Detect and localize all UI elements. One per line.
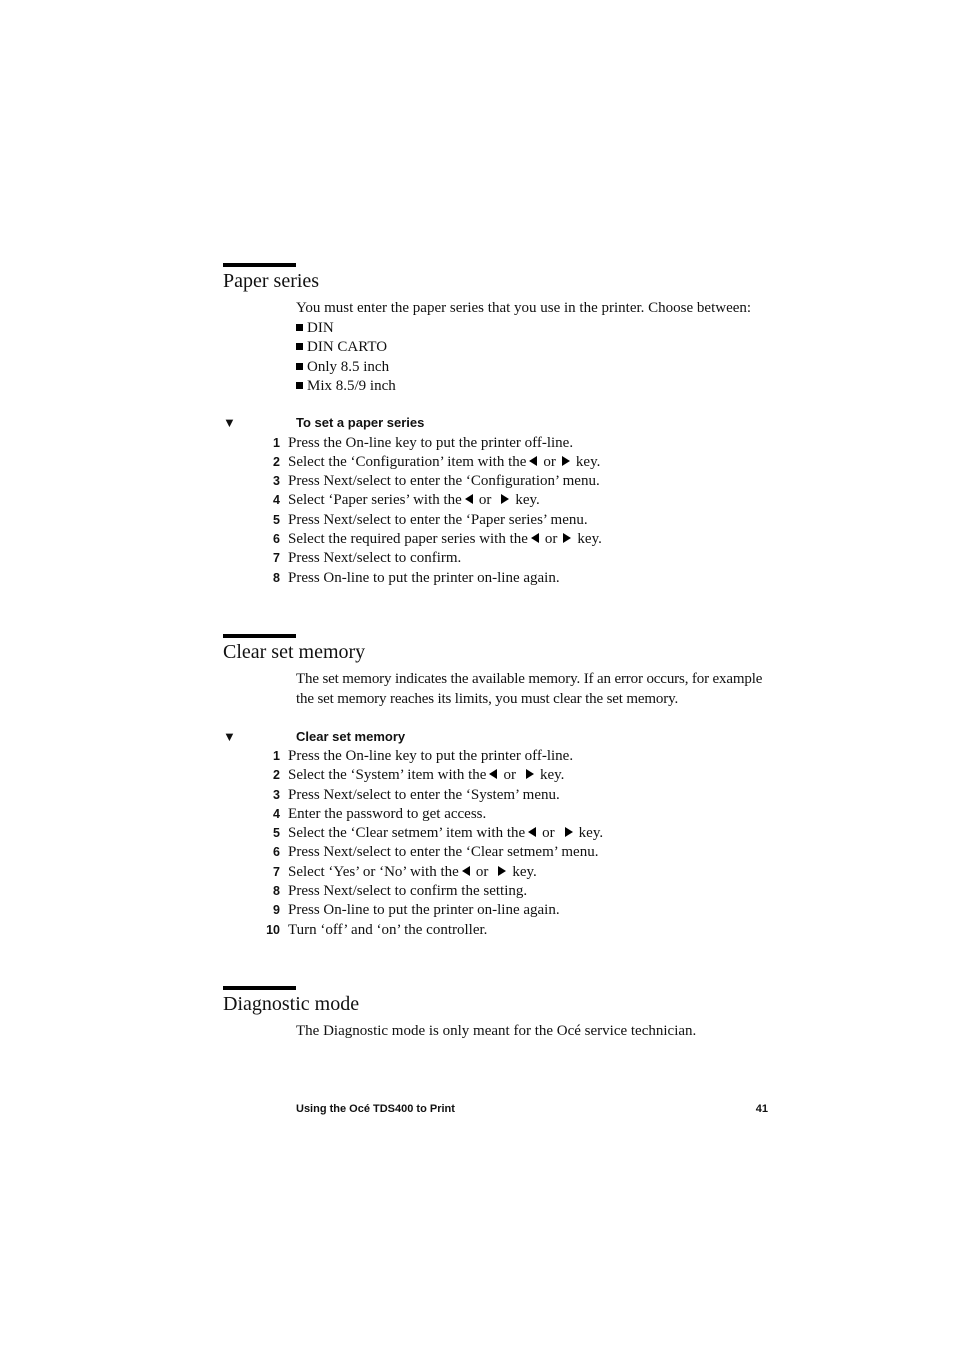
footer-title: Using the Océ TDS400 to Print <box>296 1103 455 1115</box>
step: 1 Press the On-line key to put the printe… <box>273 434 574 451</box>
step: 1 Press the On-line key to put the printe… <box>273 748 574 764</box>
right-arrow-key-icon <box>498 865 507 876</box>
section-intro: You must enter the paper series that you… <box>296 300 752 316</box>
section-heading: Paper series <box>223 270 320 292</box>
triangle-down-icon: ▼ <box>223 728 236 744</box>
heading-rule <box>223 634 296 638</box>
step: 4 Select ‘Paper series’ with the or key. <box>273 492 540 509</box>
step: 2 Select the ‘Configuration’ item with th… <box>273 453 601 470</box>
right-arrow-key-icon <box>525 769 534 780</box>
step: 3 Press Next/select to enter the ‘Configu… <box>273 473 600 490</box>
procedure-steps: 1 Press the On-line key to put the printe… <box>215 434 783 588</box>
step: 3 Press Next/select to enter the ‘System’… <box>273 786 560 803</box>
section-clear-set-memory: Clear set memory The set memory indicate… <box>223 634 783 940</box>
procedure-steps: 1 Press the On-line key to put the printe… <box>215 747 783 940</box>
section-heading: Clear set memory <box>223 641 366 663</box>
step: 6 Select the required paper series with t… <box>273 530 602 547</box>
right-arrow-key-icon <box>563 532 572 543</box>
procedure-heading: ▼ Clear set memory <box>223 728 406 744</box>
step: 4 Enter the password to get access. <box>273 805 487 822</box>
left-arrow-key-icon <box>464 494 473 505</box>
heading-rule <box>223 986 296 990</box>
right-arrow-key-icon <box>501 494 510 505</box>
bullet-icon <box>296 323 303 331</box>
step: 7 Select ‘Yes’ or ‘No’ with the or key. <box>273 863 537 880</box>
left-arrow-key-icon <box>528 827 537 838</box>
bullet-icon <box>296 343 303 350</box>
left-arrow-key-icon <box>530 532 539 543</box>
step: 8 Press On-line to put the printer on-lin… <box>273 569 560 586</box>
left-arrow-key-icon <box>529 455 538 466</box>
list-item: DIN CARTO <box>296 338 783 358</box>
step: 10 Turn ‘off’ and ‘on’ the controller. <box>266 921 488 938</box>
right-arrow-key-icon <box>564 827 573 838</box>
triangle-down-icon: ▼ <box>223 415 236 430</box>
step: 2 Select the ‘System’ item with the or key. <box>273 767 565 784</box>
section-intro: The set memory indicates the available m… <box>296 671 763 707</box>
procedure-heading: ▼ To set a paper series <box>223 415 425 430</box>
section-diagnostic-mode: Diagnostic mode The Diagnostic mode is o… <box>223 986 783 1042</box>
step: 5 Select the ‘Clear setmem’ item with the… <box>273 825 604 842</box>
step: 5 Press Next/select to enter the ‘Paper s… <box>273 511 588 528</box>
page-number: 41 <box>755 1103 768 1115</box>
right-arrow-key-icon <box>561 455 570 466</box>
step: 6 Press Next/select to enter the ‘Clear s… <box>273 844 599 861</box>
bullet-icon <box>296 382 303 389</box>
list-item: Mix 8.5/9 inch <box>296 377 783 397</box>
step: 9 Press On-line to put the printer on-lin… <box>273 902 560 919</box>
step: 7 Press Next/select to confirm. <box>273 550 462 567</box>
list-item: DIN <box>296 319 783 339</box>
heading-rule <box>223 263 296 267</box>
page-footer: Using the Océ TDS400 to Print 41 <box>296 1103 768 1115</box>
step: 8 Press Next/select to confirm the settin… <box>273 883 528 900</box>
bullet-icon <box>296 362 303 370</box>
left-arrow-key-icon <box>489 769 498 780</box>
paper-series-options: DIN DIN CARTO Only 8.5 inch Mix 8.5/9 in… <box>296 319 783 397</box>
list-item: Only 8.5 inch <box>296 358 783 378</box>
left-arrow-key-icon <box>461 865 470 876</box>
section-intro: The Diagnostic mode is only meant for th… <box>296 1023 697 1039</box>
section-heading: Diagnostic mode <box>223 993 360 1015</box>
section-paper-series: Paper series You must enter the paper se… <box>223 263 783 588</box>
